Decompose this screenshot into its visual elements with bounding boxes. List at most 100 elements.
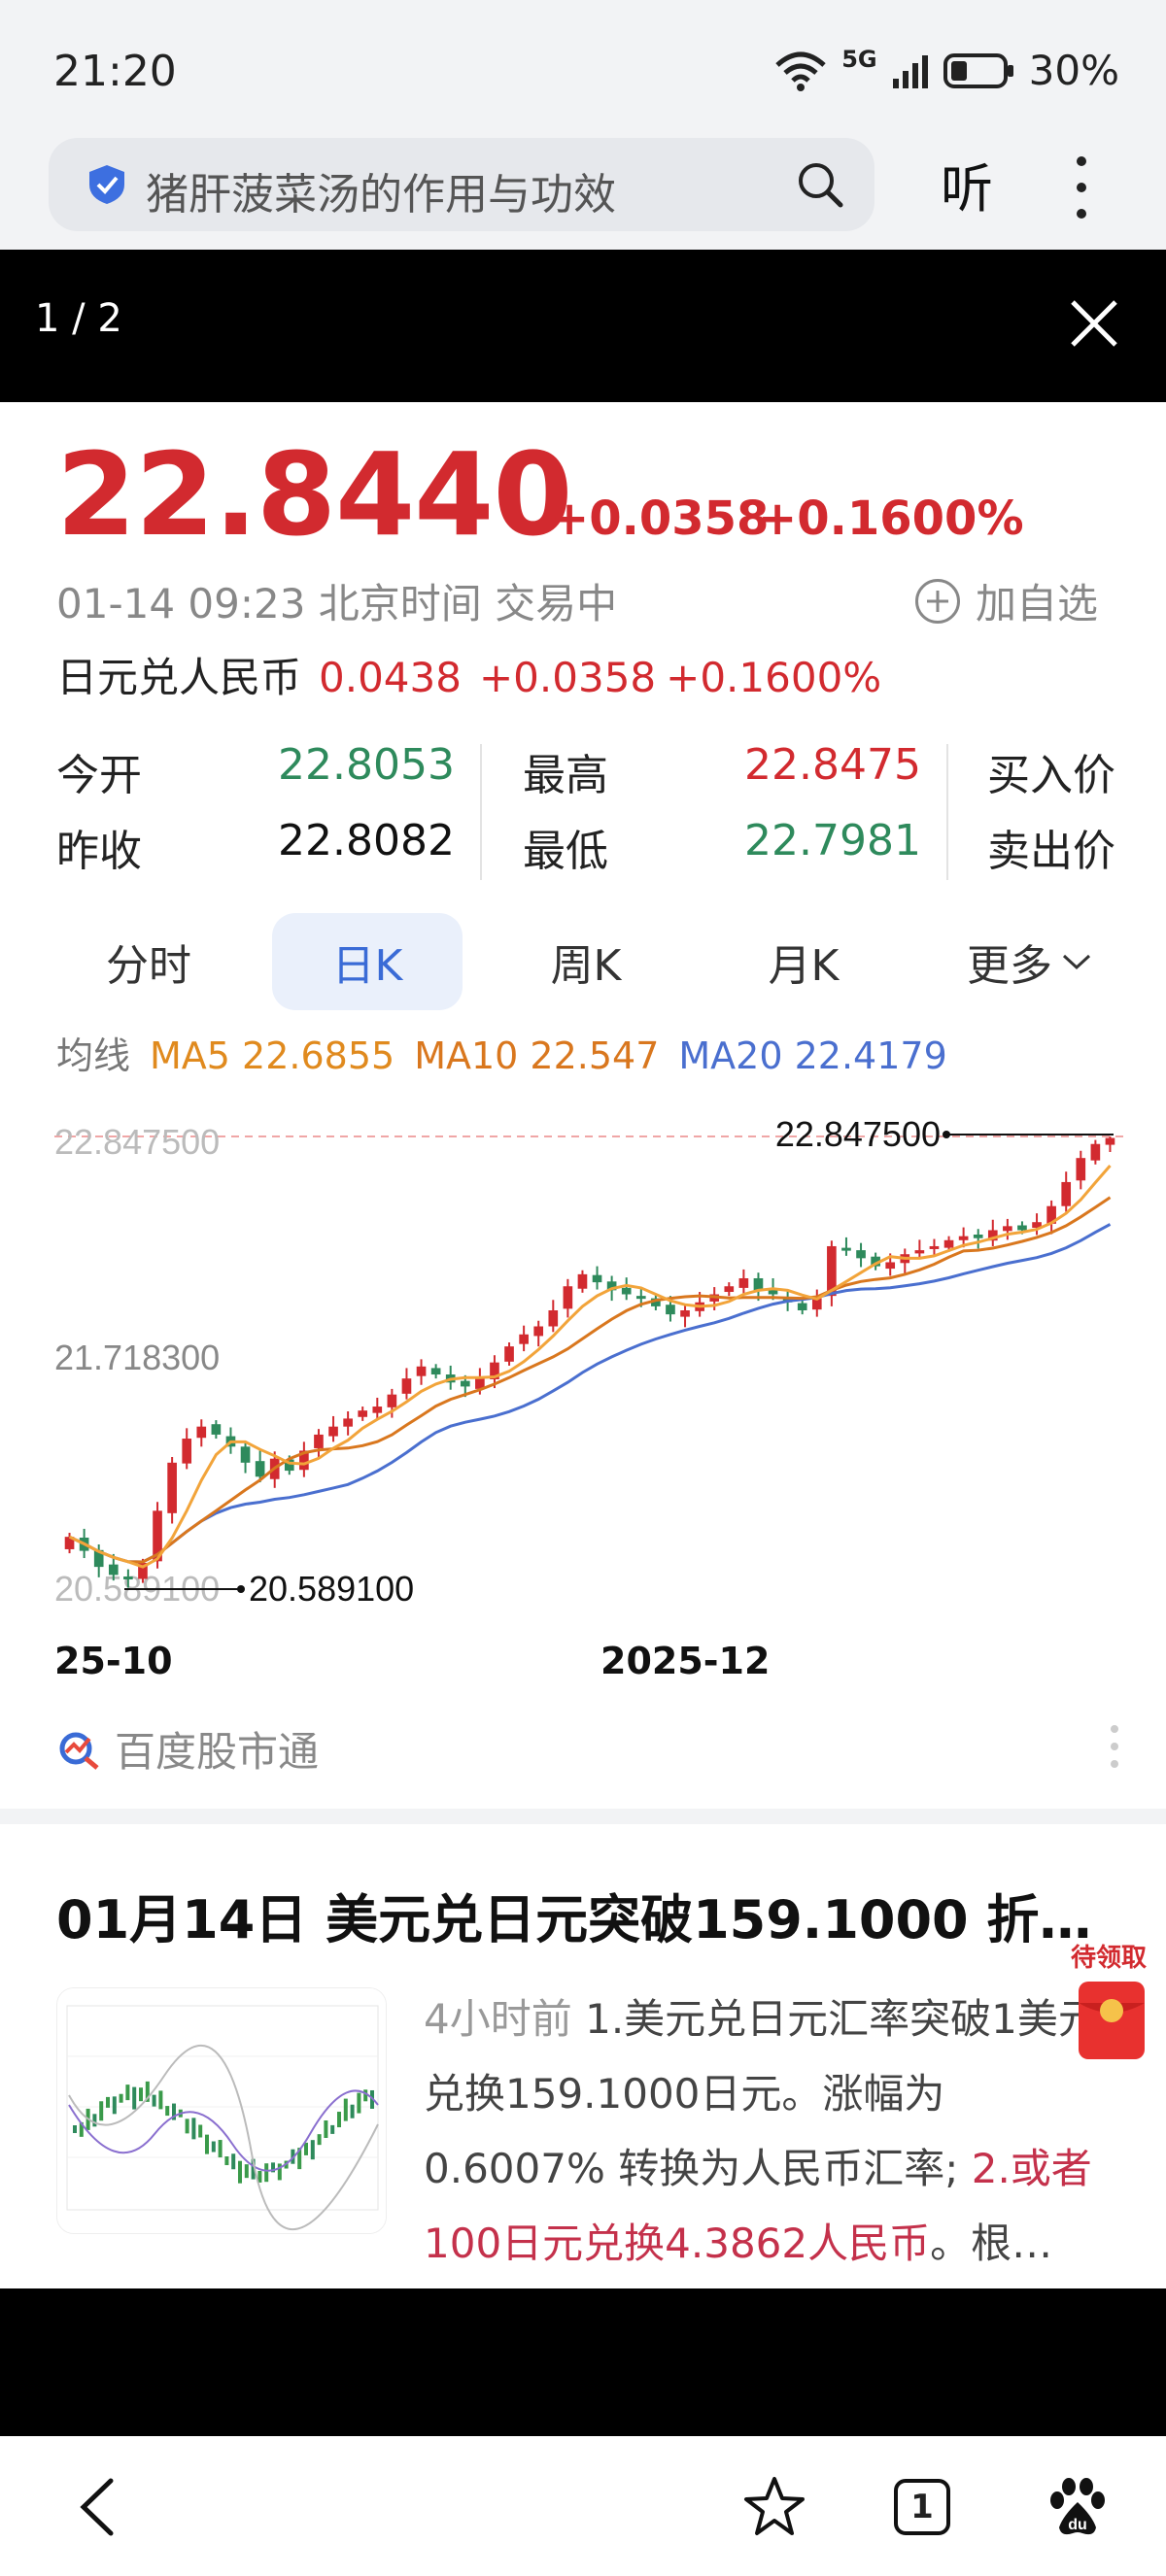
news-thumbnail[interactable] bbox=[56, 1987, 387, 2234]
shield-icon bbox=[89, 165, 124, 204]
candle-body bbox=[167, 1462, 177, 1513]
status-icons: 5G 30% bbox=[773, 45, 1119, 94]
moving-average-legend: 均线 MA5 22.6855 MA10 22.547 MA20 22.4179 bbox=[56, 1026, 947, 1079]
thumbnail-candle bbox=[99, 2101, 104, 2121]
pair-change: +0.0358 bbox=[478, 654, 657, 701]
network-type: 5G bbox=[841, 45, 877, 73]
section-divider bbox=[0, 1809, 1166, 1824]
back-icon[interactable] bbox=[74, 2475, 122, 2539]
low-value: 22.7981 bbox=[744, 816, 921, 865]
thumbnail-candle bbox=[92, 2114, 97, 2127]
candle-body bbox=[943, 1239, 954, 1248]
candle-body bbox=[240, 1446, 251, 1463]
tab-intraday[interactable]: 分时 bbox=[56, 913, 241, 1010]
add-watchlist-label: 加自选 bbox=[976, 580, 1099, 627]
thumbnail-candle bbox=[238, 2160, 242, 2184]
candle-body bbox=[1003, 1226, 1012, 1232]
pair-name: 日元兑人民币 bbox=[56, 654, 302, 701]
candle-body bbox=[1105, 1137, 1115, 1145]
thumbnail-candle bbox=[125, 2085, 130, 2101]
candle-body bbox=[255, 1461, 265, 1477]
thumbnail-candle bbox=[165, 2106, 170, 2117]
tab-more[interactable]: 更多 bbox=[933, 913, 1127, 1010]
news-time: 4小时前 bbox=[424, 1995, 572, 2043]
tab-more-label: 更多 bbox=[967, 941, 1052, 991]
candles bbox=[64, 1136, 1115, 1588]
news-snippet[interactable]: 4小时前 1.美元兑日元汇率突破1美元兑换159.1000日元。涨幅为0.600… bbox=[424, 1982, 1123, 2281]
tabs-button[interactable]: 1 bbox=[894, 2479, 950, 2535]
candle-body bbox=[929, 1245, 940, 1249]
candle-body bbox=[430, 1368, 441, 1375]
candle-body bbox=[548, 1310, 559, 1327]
tab-weekly-k[interactable]: 周K bbox=[494, 913, 678, 1010]
thumbnail-candle bbox=[112, 2096, 117, 2115]
thumbnail-candle bbox=[343, 2098, 348, 2121]
price-change-percent: +0.1600% bbox=[758, 491, 1024, 546]
wifi-icon bbox=[775, 51, 826, 91]
red-packet-widget[interactable]: 待领取 bbox=[1071, 1938, 1154, 2065]
price-change: +0.0358 bbox=[550, 491, 770, 546]
stat-divider bbox=[946, 744, 948, 880]
listen-button[interactable]: 听 bbox=[941, 146, 993, 222]
candle-body bbox=[372, 1407, 383, 1413]
candle-body bbox=[343, 1418, 353, 1427]
high-label: 最高 bbox=[523, 751, 608, 800]
thumbnail-candle bbox=[132, 2086, 137, 2110]
candle-body bbox=[856, 1250, 866, 1259]
star-icon[interactable] bbox=[742, 2475, 806, 2539]
thumbnail-candle bbox=[191, 2118, 196, 2140]
close-icon[interactable] bbox=[1065, 294, 1123, 353]
candle-body bbox=[680, 1310, 690, 1317]
ma20-line bbox=[68, 1223, 1112, 1564]
status-bar: 21:20 5G 30% bbox=[0, 0, 1166, 136]
pair-line: 日元兑人民币 0.0438 +0.0358 +0.1600% bbox=[56, 645, 881, 704]
red-packet-label: 待领取 bbox=[1070, 1944, 1147, 1973]
candle-body bbox=[1090, 1143, 1101, 1161]
thumbnail-candle bbox=[304, 2142, 308, 2155]
quote-meta: 01-14 09:23 北京时间 交易中 bbox=[56, 580, 618, 627]
candle-body bbox=[328, 1426, 338, 1437]
candle-body bbox=[797, 1303, 807, 1311]
ma-label: 均线 bbox=[56, 1034, 131, 1077]
candle-body bbox=[519, 1334, 529, 1344]
search-box[interactable]: 猪肝菠菜汤的作用与功效 bbox=[49, 138, 874, 231]
pair-value: 0.0438 bbox=[319, 654, 462, 701]
baidu-paw-icon[interactable]: du bbox=[1044, 2473, 1112, 2541]
more-menu-icon[interactable] bbox=[1069, 153, 1094, 221]
candlestick-chart[interactable]: 22.847500 21.718300 20.589100 22.847500 … bbox=[54, 1098, 1123, 1622]
news-title[interactable]: 01月14日 美元兑日元突破159.1000 折… bbox=[56, 1877, 1091, 1953]
candle-body bbox=[666, 1305, 675, 1315]
candle-body bbox=[885, 1262, 896, 1270]
thumbnail-candle bbox=[310, 2140, 315, 2160]
ma5-line bbox=[68, 1165, 1112, 1569]
candle-body bbox=[958, 1236, 969, 1240]
thumbnail-candle bbox=[139, 2087, 143, 2102]
candle-body bbox=[108, 1564, 119, 1576]
x-tick-start: 25-10 bbox=[54, 1640, 173, 1682]
search-input[interactable]: 猪肝菠菜汤的作用与功效 bbox=[146, 159, 616, 221]
thumbnail-candle bbox=[317, 2134, 322, 2146]
candle-body bbox=[621, 1287, 632, 1295]
candle-body bbox=[123, 1576, 133, 1580]
thumbnail-candle bbox=[337, 2112, 341, 2128]
candle-body bbox=[460, 1380, 470, 1387]
thumbnail-candle bbox=[152, 2094, 156, 2107]
add-watchlist-button[interactable]: 加自选 bbox=[915, 571, 1098, 630]
candle-body bbox=[401, 1378, 412, 1394]
thumbnail-candle bbox=[224, 2156, 229, 2166]
tab-daily-k[interactable]: 日K bbox=[272, 913, 463, 1010]
search-icon[interactable] bbox=[795, 159, 845, 210]
red-packet-icon bbox=[1079, 1982, 1145, 2059]
ma10-line bbox=[68, 1196, 1112, 1564]
thumbnail-candle bbox=[324, 2119, 328, 2138]
max-marker: 22.847500 bbox=[775, 1114, 1114, 1154]
candle-body bbox=[577, 1273, 588, 1289]
tab-monthly-k[interactable]: 月K bbox=[711, 913, 896, 1010]
y-tick-max: 22.847500 bbox=[54, 1122, 220, 1162]
more-options-icon[interactable] bbox=[1110, 1723, 1119, 1770]
x-tick-mid: 2025-12 bbox=[600, 1640, 771, 1682]
chevron-down-icon bbox=[1062, 954, 1091, 970]
data-source[interactable]: 百度股市通 bbox=[56, 1719, 319, 1779]
candle-body bbox=[724, 1286, 735, 1293]
open-label: 今开 bbox=[56, 751, 142, 800]
